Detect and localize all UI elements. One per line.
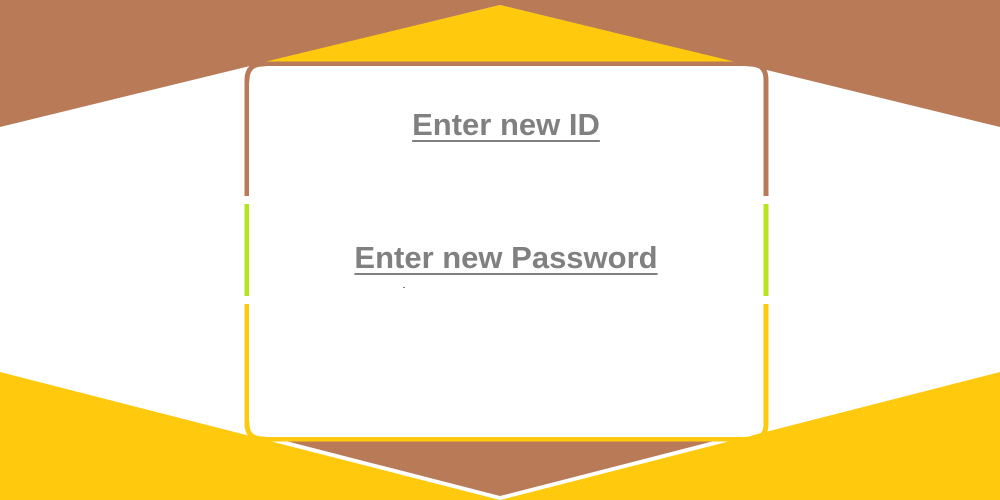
caret-dot	[403, 287, 405, 288]
form-card: Enter new ID Enter new Password	[249, 66, 763, 437]
enter-new-id-link[interactable]: Enter new ID	[249, 109, 763, 140]
page-stage: Enter new ID Enter new Password	[0, 0, 1000, 500]
enter-new-password-link[interactable]: Enter new Password	[249, 242, 763, 273]
